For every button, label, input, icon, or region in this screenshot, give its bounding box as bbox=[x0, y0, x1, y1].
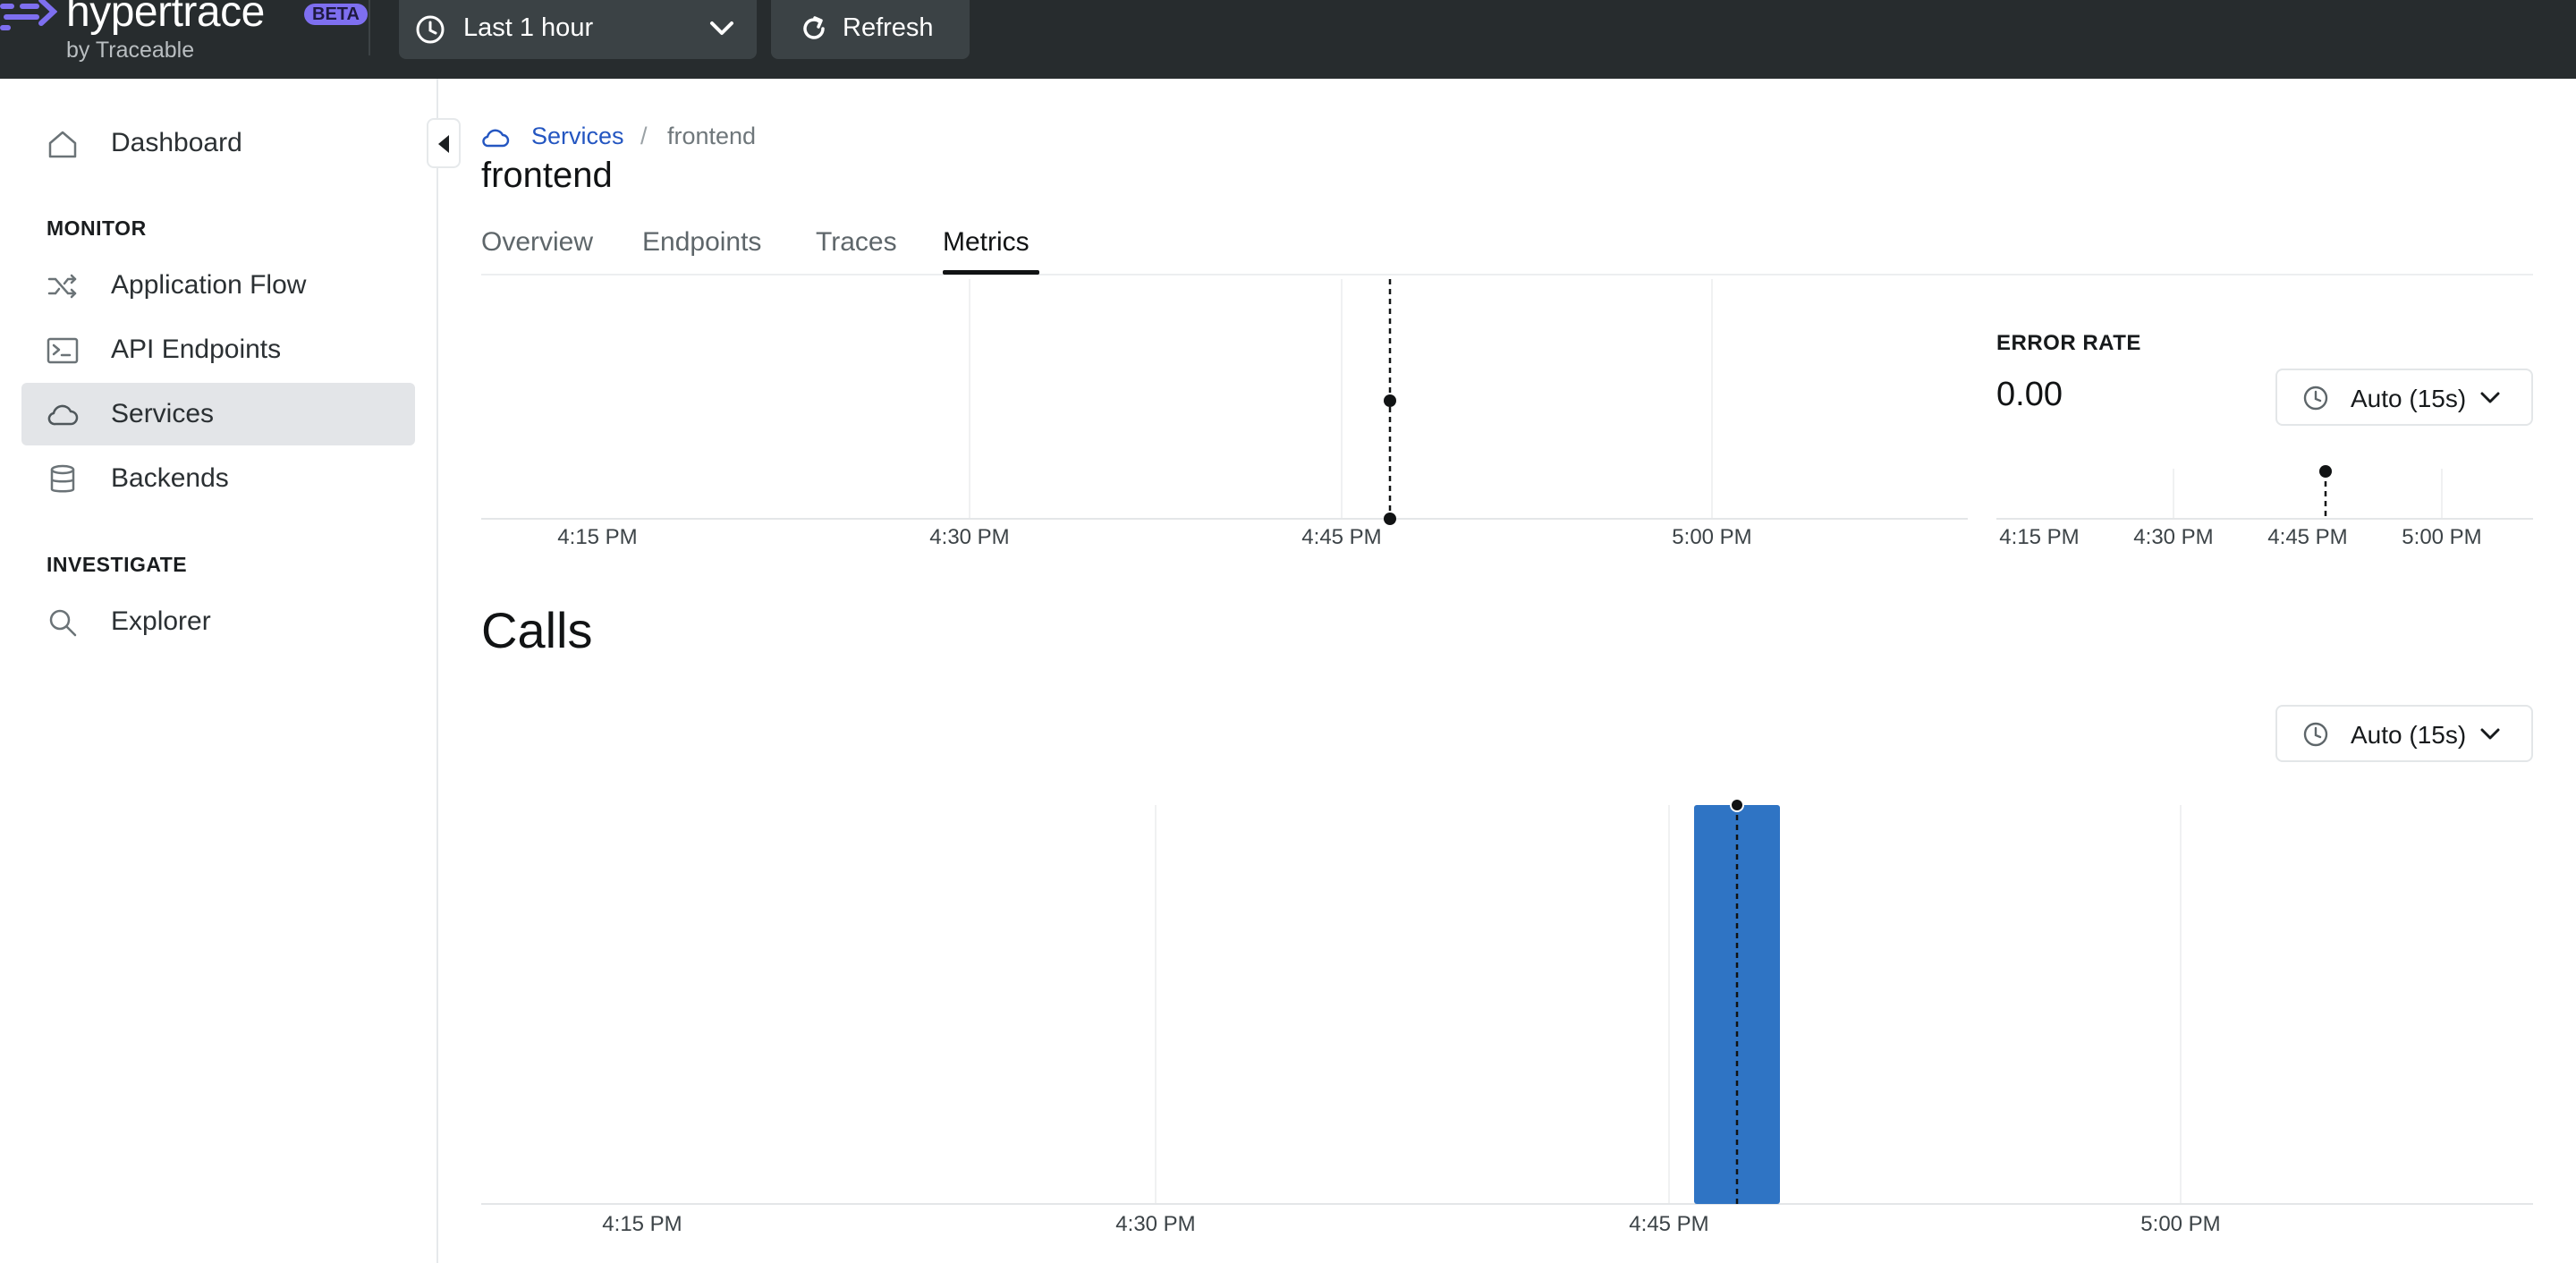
breadcrumb-link-services[interactable]: Services bbox=[531, 123, 624, 150]
x-tick-label: 4:15 PM bbox=[602, 1212, 682, 1236]
beta-badge: BETA bbox=[304, 4, 368, 25]
data-point[interactable] bbox=[2319, 465, 2332, 478]
time-range-picker[interactable]: Last 1 hour bbox=[399, 0, 757, 59]
search-icon bbox=[49, 609, 77, 637]
error-rate-value: 0.00 bbox=[1996, 376, 2063, 413]
x-tick-label: 4:30 PM bbox=[1115, 1212, 1195, 1236]
database-icon bbox=[50, 464, 75, 493]
brand-byline: by Traceable bbox=[66, 38, 195, 63]
sidebar-item-services[interactable]: Services bbox=[21, 383, 415, 445]
chevron-down-icon bbox=[2480, 728, 2500, 740]
sidebar-item-label: Application Flow bbox=[111, 270, 307, 300]
refresh-button[interactable]: Refresh bbox=[771, 0, 970, 59]
sidebar-item-dashboard[interactable]: Dashboard bbox=[21, 112, 415, 174]
chevron-down-icon bbox=[2480, 392, 2500, 403]
cloud-icon bbox=[47, 404, 79, 426]
breadcrumb-separator: / bbox=[640, 123, 648, 149]
x-tick-label: 4:45 PM bbox=[1301, 525, 1381, 549]
section-label-investigate: INVESTIGATE bbox=[47, 553, 188, 576]
top-chart: 4:15 PM 4:30 PM 4:45 PM 5:00 PM bbox=[481, 279, 1968, 549]
tab-overview[interactable]: Overview bbox=[481, 227, 593, 258]
clock-icon bbox=[2303, 722, 2328, 747]
error-rate-chart: 4:15 PM 4:30 PM 4:45 PM 5:00 PM bbox=[1996, 465, 2533, 549]
sidebar-item-label: API Endpoints bbox=[111, 335, 282, 364]
data-point[interactable] bbox=[1384, 513, 1396, 525]
sidebar: Dashboard MONITOR Application Flow API E… bbox=[0, 79, 438, 1263]
section-label-monitor: MONITOR bbox=[47, 216, 147, 240]
hypertrace-logo-icon[interactable] bbox=[0, 0, 57, 34]
sidebar-item-backends[interactable]: Backends bbox=[21, 447, 415, 510]
error-rate-title: ERROR RATE bbox=[1996, 331, 2141, 355]
brand-name: hypertrace bbox=[66, 0, 265, 36]
tabs-divider bbox=[481, 274, 2533, 275]
terminal-icon bbox=[47, 337, 79, 364]
sidebar-item-explorer[interactable]: Explorer bbox=[21, 590, 415, 653]
tab-metrics[interactable]: Metrics bbox=[943, 227, 1030, 258]
x-tick-label: 4:30 PM bbox=[2133, 525, 2213, 549]
clock-icon bbox=[416, 15, 445, 44]
home-icon bbox=[48, 131, 77, 158]
x-tick-label: 4:30 PM bbox=[929, 525, 1009, 549]
x-tick-label: 4:15 PM bbox=[1999, 525, 2079, 549]
clock-icon bbox=[2303, 386, 2328, 411]
collapse-left-icon bbox=[438, 135, 449, 153]
sidebar-collapse-button[interactable] bbox=[427, 118, 461, 168]
x-tick-label: 4:45 PM bbox=[1629, 1212, 1708, 1236]
data-point[interactable] bbox=[1384, 394, 1396, 407]
error-rate-interval-select[interactable]: Auto (15s) bbox=[2275, 369, 2533, 426]
sidebar-item-label: Explorer bbox=[111, 606, 211, 636]
interval-label: Auto (15s) bbox=[2351, 721, 2467, 749]
chevron-down-icon bbox=[710, 21, 733, 35]
x-tick-label: 4:15 PM bbox=[557, 525, 637, 549]
time-range-label: Last 1 hour bbox=[463, 13, 594, 42]
tab-traces[interactable]: Traces bbox=[816, 227, 897, 258]
active-tab-indicator bbox=[943, 270, 1039, 275]
sidebar-item-label: Services bbox=[111, 399, 215, 428]
topbar-divider bbox=[369, 0, 370, 55]
top-bar: hypertrace BETA by Traceable Last 1 hour… bbox=[0, 0, 2576, 79]
sidebar-item-label: Dashboard bbox=[111, 128, 242, 157]
x-tick-label: 5:00 PM bbox=[2140, 1212, 2220, 1236]
refresh-label: Refresh bbox=[843, 13, 934, 42]
calls-title: Calls bbox=[481, 602, 593, 658]
sidebar-item-label: Backends bbox=[111, 463, 229, 493]
page-title: frontend bbox=[481, 156, 613, 195]
data-point[interactable] bbox=[1730, 798, 1744, 812]
calls-chart: 4:15 PM 4:30 PM 4:45 PM 5:00 PM bbox=[481, 798, 2533, 1236]
x-tick-label: 5:00 PM bbox=[1672, 525, 1751, 549]
cloud-icon bbox=[482, 129, 510, 148]
sidebar-item-api-endpoints[interactable]: API Endpoints bbox=[21, 318, 415, 381]
x-tick-label: 4:45 PM bbox=[2267, 525, 2347, 549]
x-tick-label: 5:00 PM bbox=[2402, 525, 2481, 549]
sidebar-item-application-flow[interactable]: Application Flow bbox=[21, 254, 415, 317]
interval-label: Auto (15s) bbox=[2351, 385, 2467, 412]
refresh-icon bbox=[803, 16, 825, 39]
breadcrumb-current: frontend bbox=[667, 123, 757, 149]
shuffle-icon bbox=[47, 274, 77, 299]
calls-interval-select[interactable]: Auto (15s) bbox=[2275, 705, 2533, 762]
tab-endpoints[interactable]: Endpoints bbox=[642, 227, 761, 258]
